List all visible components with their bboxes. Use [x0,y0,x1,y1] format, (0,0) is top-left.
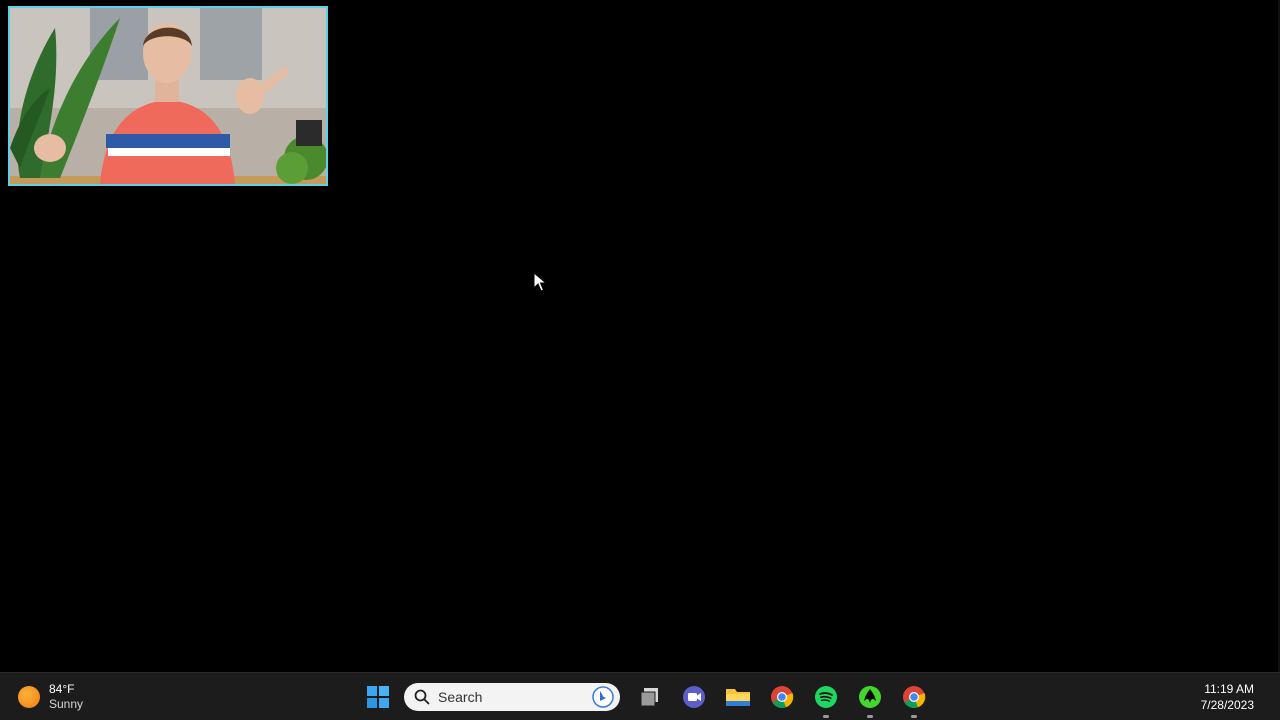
running-indicator [911,715,917,718]
weather-text: 84°F Sunny [49,682,83,712]
spotify-button[interactable] [810,681,842,718]
file-explorer-button[interactable] [722,681,754,713]
search-label: Search [438,689,483,705]
task-view-button[interactable] [634,681,666,713]
taskbar: 84°F Sunny Search 11:19 AM 7/28/2023 [0,672,1280,720]
weather-condition: Sunny [49,697,84,711]
folder-icon [726,689,750,706]
system-clock[interactable]: 11:19 AM 7/28/2023 [1201,681,1254,713]
spotify-icon [815,686,837,708]
windows-start-icon [367,686,389,708]
search-icon [414,689,430,705]
sun-icon [18,686,40,708]
bing-icon[interactable] [592,686,614,708]
chrome-icon [771,686,794,709]
task-view-icon [640,688,658,707]
webcam-image [10,8,326,184]
desktop [0,0,1280,672]
chrome-icon [903,686,926,709]
taskbar-center: Search [356,681,936,718]
razer-icon [859,686,881,708]
running-indicator [823,715,829,718]
start-button[interactable] [362,681,394,713]
video-chat-icon [683,686,705,708]
chrome-profile-button[interactable] [898,681,930,718]
running-indicator [867,715,873,718]
taskbar-search[interactable]: Search [404,683,620,711]
weather-temperature: 84°F [49,682,75,696]
razer-button[interactable] [854,681,886,718]
webcam-overlay [8,6,328,186]
weather-widget[interactable]: 84°F Sunny [18,679,83,715]
clock-time: 11:19 AM [1204,682,1254,696]
video-chat-button[interactable] [678,681,710,713]
chrome-button[interactable] [766,681,798,713]
mouse-cursor-icon [533,272,547,292]
clock-date: 7/28/2023 [1200,698,1254,712]
